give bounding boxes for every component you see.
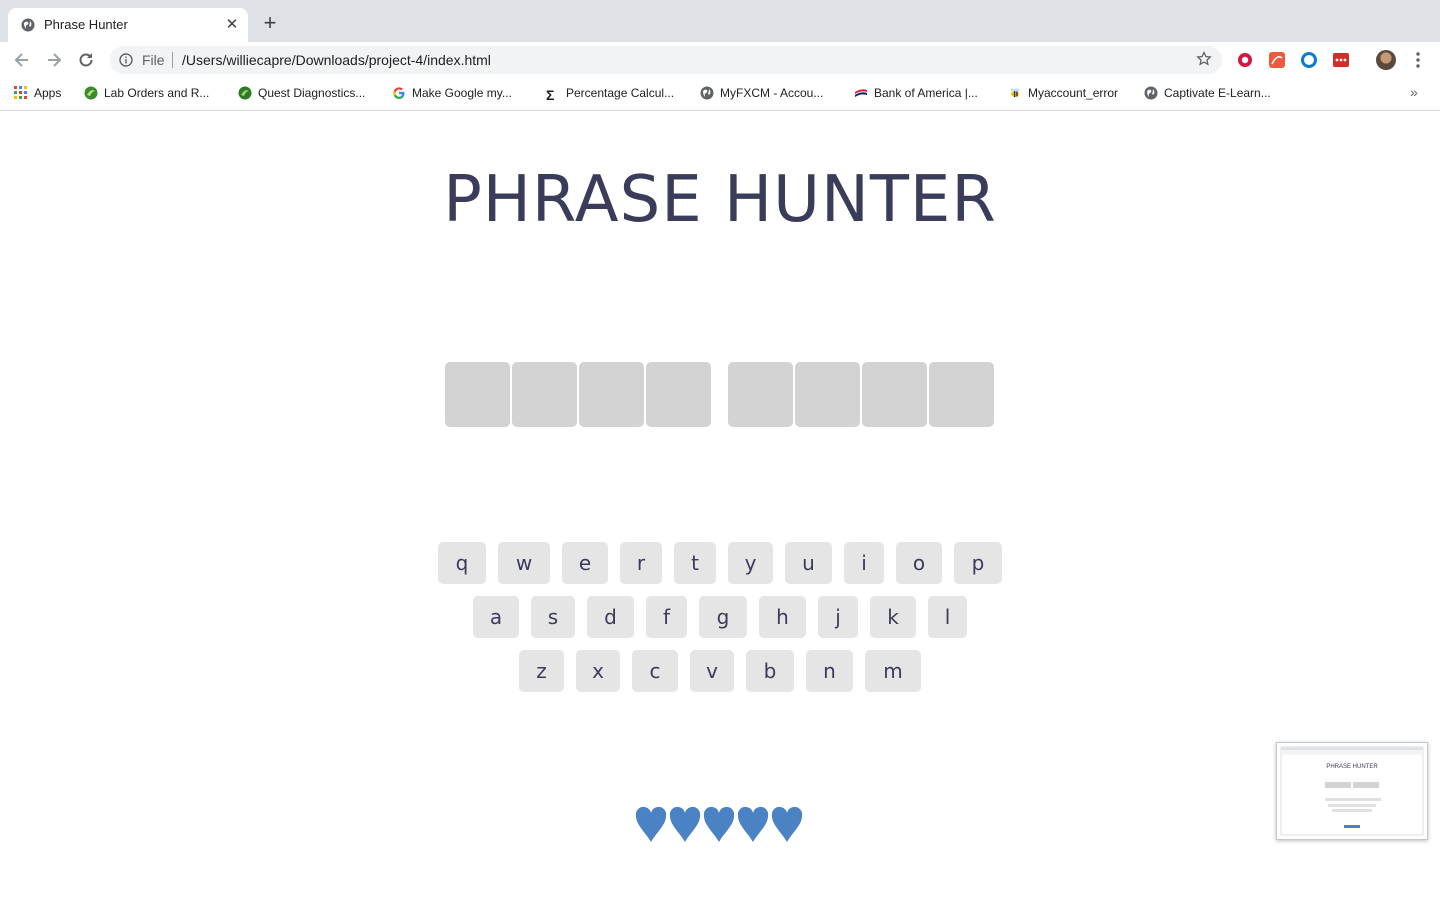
key-u[interactable]: u [785,542,832,584]
tab-title: Phrase Hunter [44,17,128,32]
key-s[interactable]: s [531,596,575,638]
bookmark-myfxcm[interactable]: MyFXCM - Accou... [700,86,823,102]
bookmarks-bar: Apps Lab Orders and R... Quest Diagnosti… [0,78,1440,111]
bookmark-captivate[interactable]: Captivate E-Learn... [1144,86,1271,102]
key-b[interactable]: b [746,650,794,692]
bookmark-label: Lab Orders and R... [104,86,210,100]
key-m[interactable]: m [865,650,921,692]
bookmark-label: Apps [34,86,62,100]
bookmark-quest[interactable]: Quest Diagnostics... [238,86,365,102]
key-h[interactable]: h [759,596,806,638]
double-chevron-right-icon[interactable]: » [1410,84,1418,100]
heart-icon [771,806,803,842]
bank-flag-icon [855,89,867,97]
phrase-letter-box [929,362,994,427]
heart-icon [737,806,769,842]
forward-arrow-icon[interactable] [44,50,64,70]
address-bar[interactable]: File /Users/williecapre/Downloads/projec… [110,46,1222,74]
scheme-label: File [142,52,165,68]
key-j[interactable]: j [818,596,858,638]
apps-grid-icon [14,86,27,99]
key-f[interactable]: f [646,596,687,638]
plus-icon[interactable]: + [259,12,281,35]
key-k[interactable]: k [870,596,916,638]
bookmark-label: Quest Diagnostics... [258,86,366,100]
profile-avatar[interactable] [1376,50,1396,70]
key-t[interactable]: t [674,542,716,584]
key-n[interactable]: n [806,650,853,692]
bookmark-star-icon[interactable] [1196,51,1212,67]
extension-lastpass-icon[interactable] [1332,51,1350,69]
bookmark-label: Make Google my... [412,86,512,100]
quest-logo-icon [238,86,252,100]
omnibox-divider [172,52,173,68]
kebab-menu-icon[interactable] [1412,50,1424,70]
key-y[interactable]: y [728,542,773,584]
key-v[interactable]: v [690,650,734,692]
key-c[interactable]: c [632,650,678,692]
bookmark-make-google[interactable]: Make Google my... [392,86,512,102]
heart-icon [703,806,735,842]
phrase-letter-box [862,362,927,427]
key-q[interactable]: q [438,542,486,584]
url-text[interactable]: /Users/williecapre/Downloads/project-4/i… [182,52,491,68]
globe-icon [700,86,714,100]
extension-pdf-icon[interactable] [1268,51,1286,69]
bookmark-label: Captivate E-Learn... [1164,86,1271,100]
phrase-letter-box [728,362,793,427]
key-g[interactable]: g [699,596,747,638]
bookmark-apps[interactable]: Apps [14,86,61,102]
extension-blue-ring-icon[interactable] [1300,51,1318,69]
thumbnail-preview-image: PHRASE HUNTER [1280,746,1424,836]
browser-toolbar: File /Users/williecapre/Downloads/projec… [0,42,1440,78]
heart-icon [669,806,701,842]
quest-logo-icon [84,86,98,100]
page-title: PHRASE HUNTER [443,163,997,237]
bookmark-label: Myaccount_error [1028,86,1119,100]
key-p[interactable]: p [954,542,1002,584]
heart-icon [635,806,667,842]
key-l[interactable]: l [928,596,967,638]
bookmark-label: MyFXCM - Accou... [720,86,824,100]
key-z[interactable]: z [519,650,564,692]
phrase-letter-box [579,362,644,427]
bee-icon [1010,88,1020,97]
browser-tab[interactable]: Phrase Hunter ✕ [8,8,248,42]
back-arrow-icon[interactable] [12,50,32,70]
sigma-icon: Σ [546,87,555,103]
info-icon[interactable] [119,53,133,67]
phrase-letter-box [512,362,577,427]
key-w[interactable]: w [498,542,550,584]
bookmark-lab-orders[interactable]: Lab Orders and R... [84,86,209,102]
thumbnail-title: PHRASE HUNTER [1326,764,1378,770]
lives-scoreboard [634,805,806,845]
google-g-icon [393,87,405,99]
bookmark-percentage[interactable]: Σ Percentage Calcul... [546,86,674,102]
tab-strip: Phrase Hunter ✕ + [0,0,1440,42]
globe-icon [1144,86,1158,100]
key-a[interactable]: a [473,596,519,638]
phrase-letter-box [795,362,860,427]
key-x[interactable]: x [576,650,620,692]
bookmark-bank-of-america[interactable]: Bank of America |... [854,86,978,102]
screenshot-thumbnail[interactable]: PHRASE HUNTER [1276,742,1428,840]
close-icon[interactable]: ✕ [224,17,240,33]
globe-icon [21,18,35,32]
phrase-letter-box [646,362,711,427]
bookmark-myaccount[interactable]: Myaccount_error [1008,86,1118,102]
key-e[interactable]: e [562,542,608,584]
bookmark-label: Percentage Calcul... [566,86,675,100]
key-o[interactable]: o [896,542,942,584]
key-r[interactable]: r [620,542,662,584]
extension-red-icon[interactable] [1236,51,1254,69]
key-d[interactable]: d [587,596,634,638]
key-i[interactable]: i [844,542,884,584]
phrase-letter-box [445,362,510,427]
reload-icon[interactable] [76,50,96,70]
bookmark-label: Bank of America |... [874,86,978,100]
